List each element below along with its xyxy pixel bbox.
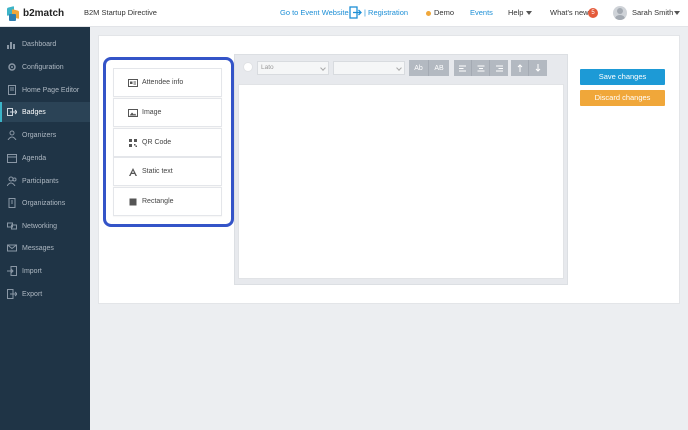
bring-forward-button[interactable] [511, 60, 529, 76]
whats-new-link[interactable]: What's new [550, 8, 589, 17]
layer-order-group [511, 60, 547, 76]
palette-item-static-text[interactable]: Static text [113, 157, 222, 186]
sidebar-item-label: Badges [22, 108, 46, 116]
avatar[interactable] [613, 6, 627, 20]
logo[interactable]: b2match [7, 5, 65, 21]
align-right-button[interactable] [490, 60, 508, 76]
sidebar-item-export[interactable]: Export [0, 284, 90, 304]
sidebar-item-organizers[interactable]: Organizers [0, 125, 90, 145]
align-right-icon [496, 65, 503, 71]
sidebar-item-agenda[interactable]: Agenda [0, 148, 90, 168]
registration-link[interactable]: | Registration [364, 8, 408, 17]
go-to-event-website-link[interactable]: Go to Event Website [280, 8, 349, 17]
badge-canvas[interactable] [238, 84, 564, 279]
font-family-value: Lato [261, 64, 274, 71]
sidebar-item-label: Import [22, 267, 42, 275]
image-icon [128, 108, 138, 117]
rectangle-icon [129, 198, 137, 205]
dashboard-icon [7, 42, 15, 49]
id-card-icon [128, 78, 138, 87]
chevron-down-icon[interactable] [526, 11, 532, 15]
sidebar-item-label: Messages [22, 244, 54, 252]
sidebar-item-label: Participants [22, 177, 59, 185]
palette-item-image[interactable]: Image [113, 98, 222, 127]
top-bar: b2match B2M Startup Directive Go to Even… [0, 0, 688, 27]
export-icon [7, 289, 17, 299]
sidebar-item-configuration[interactable]: Configuration [0, 57, 90, 77]
chevron-down-icon [320, 65, 326, 71]
font-family-select[interactable]: Lato [257, 61, 329, 75]
event-name: B2M Startup Directive [84, 8, 157, 17]
user-name[interactable]: Sarah Smith [632, 8, 673, 17]
upper-case-button[interactable]: AB [429, 60, 449, 76]
send-backward-button[interactable] [529, 60, 547, 76]
sidebar-item-organizations[interactable]: Organizations [0, 193, 90, 213]
help-menu[interactable]: Help [508, 8, 523, 17]
sidebar-item-label: Organizers [22, 131, 57, 139]
page-icon [8, 85, 16, 95]
discard-changes-button[interactable]: Discard changes [580, 90, 665, 106]
users-icon [7, 130, 17, 140]
sidebar-item-label: Organizations [22, 199, 66, 207]
sidebar-item-label: Configuration [22, 63, 64, 71]
exit-icon[interactable] [349, 6, 362, 19]
sidebar-item-import[interactable]: Import [0, 261, 90, 281]
sidebar-item-label: Networking [22, 222, 58, 230]
chevron-down-icon[interactable] [674, 11, 680, 15]
align-left-icon [458, 65, 466, 71]
demo-status-dot [426, 11, 431, 16]
palette-item-label: Static text [142, 168, 173, 175]
text-icon [129, 167, 137, 176]
sidebar-item-badges[interactable]: Badges [0, 102, 90, 122]
color-picker[interactable] [243, 62, 253, 72]
title-case-button[interactable]: Ab [409, 60, 429, 76]
logo-text: b2match [23, 8, 65, 19]
palette-item-label: QR Code [142, 139, 172, 146]
arrow-up-icon [517, 64, 522, 72]
sidebar-item-label: Home Page Editor [22, 86, 80, 94]
arrow-down-icon [535, 64, 541, 72]
building-icon [8, 198, 16, 208]
sidebar: Dashboard Configuration Home Page Editor… [0, 27, 90, 430]
save-changes-button[interactable]: Save changes [580, 69, 665, 85]
sidebar-item-participants[interactable]: Participants [0, 171, 90, 191]
mail-icon [7, 244, 17, 252]
palette-item-label: Attendee info [142, 79, 184, 86]
sidebar-item-networking[interactable]: Networking [0, 216, 90, 236]
palette-item-label: Rectangle [142, 198, 174, 205]
palette-item-rectangle[interactable]: Rectangle [113, 187, 222, 216]
text-align-group [454, 60, 508, 76]
demo-label[interactable]: Demo [434, 8, 454, 17]
gear-icon [8, 63, 16, 71]
network-icon [7, 222, 17, 230]
upper-case-label: AB [434, 64, 444, 72]
palette-item-attendee-info[interactable]: Attendee info [113, 68, 222, 97]
sidebar-item-label: Export [22, 290, 43, 298]
align-center-button[interactable] [472, 60, 490, 76]
sidebar-item-home-page-editor[interactable]: Home Page Editor [0, 80, 90, 100]
palette-item-qr-code[interactable]: QR Code [113, 128, 222, 157]
sidebar-item-messages[interactable]: Messages [0, 238, 90, 258]
sidebar-item-label: Dashboard [22, 40, 57, 48]
align-left-button[interactable] [454, 60, 472, 76]
chevron-down-icon [396, 65, 402, 71]
participants-icon [7, 176, 17, 186]
text-case-group: Ab AB [409, 60, 449, 76]
sidebar-item-label: Agenda [22, 154, 47, 162]
events-link[interactable]: Events [470, 8, 493, 17]
palette-item-label: Image [142, 109, 162, 116]
whats-new-count-badge: 5 [588, 8, 598, 18]
align-center-icon [477, 65, 484, 71]
font-size-select[interactable] [333, 61, 405, 75]
sidebar-item-dashboard[interactable]: Dashboard [0, 34, 90, 54]
title-case-label: Ab [414, 64, 423, 72]
calendar-icon [7, 154, 17, 163]
qr-code-icon [129, 138, 137, 147]
badge-icon [7, 108, 17, 116]
logo-icon [7, 5, 19, 21]
import-icon [7, 266, 17, 276]
